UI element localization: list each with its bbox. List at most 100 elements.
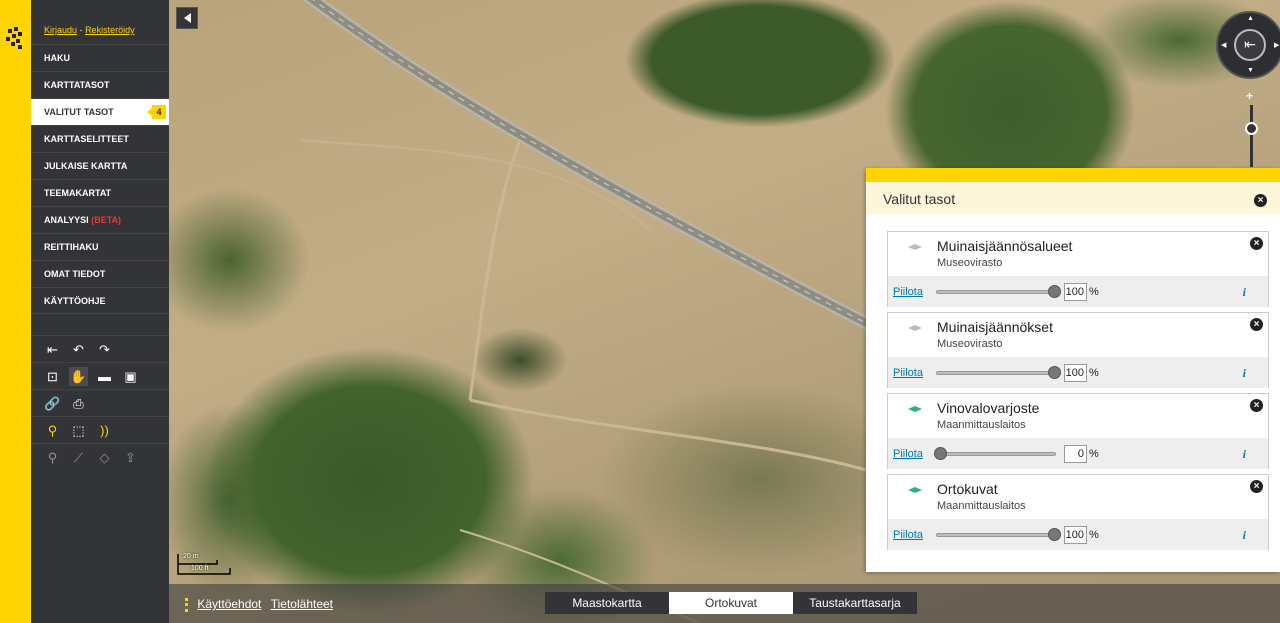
- pan-left-icon[interactable]: ◀: [1221, 41, 1226, 49]
- hide-layer-link[interactable]: Piilota: [893, 367, 923, 379]
- scale-imperial-label: 100 ft: [191, 565, 209, 572]
- undo-icon[interactable]: ↶: [69, 340, 88, 359]
- login-link[interactable]: Kirjaudu: [44, 25, 77, 35]
- beta-label: (BETA): [91, 215, 122, 225]
- hide-layer-link[interactable]: Piilota: [893, 448, 923, 460]
- pan-up-icon[interactable]: ▲: [1247, 15, 1254, 22]
- redo-icon[interactable]: ↷: [95, 340, 114, 359]
- bg-tab-maastokartta[interactable]: Maastokartta: [545, 592, 669, 614]
- menu-item-valitut-tasot[interactable]: VALITUT TASOT 4: [31, 98, 169, 125]
- selected-layers-count-badge: 4: [147, 105, 166, 119]
- feature-info-icon[interactable]: )): [95, 421, 114, 440]
- remove-layer-icon[interactable]: ×: [1250, 480, 1263, 493]
- print-icon[interactable]: ⎙: [69, 394, 88, 413]
- pan-hand-icon[interactable]: ✋: [69, 367, 88, 386]
- layer-info-icon[interactable]: i: [1243, 528, 1246, 543]
- logo-icon: [6, 27, 24, 49]
- main-menu: HAKU KARTTATASOT VALITUT TASOT 4 KARTTASE…: [31, 44, 169, 314]
- close-panel-icon[interactable]: ×: [1254, 194, 1267, 207]
- auth-separator: -: [79, 25, 83, 35]
- measure-area-icon[interactable]: ▣: [121, 367, 140, 386]
- layer-name: Vinovalovarjoste: [937, 400, 1040, 416]
- opacity-input[interactable]: 0: [1064, 445, 1087, 463]
- menu-item-julkaise-kartta[interactable]: JULKAISE KARTTA: [31, 152, 169, 179]
- measure-line-icon[interactable]: ▬: [95, 367, 114, 386]
- sources-link[interactable]: Tietolähteet: [271, 597, 333, 611]
- app-brand-strip: [0, 0, 31, 623]
- opacity-slider-handle[interactable]: [1048, 528, 1061, 541]
- add-line-icon[interactable]: ⟋: [69, 448, 88, 467]
- menu-label: VALITUT TASOT: [44, 107, 114, 117]
- bg-tab-taustakarttasarja[interactable]: Taustakarttasarja: [793, 592, 917, 614]
- remove-layer-icon[interactable]: ×: [1250, 237, 1263, 250]
- menu-label: HAKU: [44, 53, 70, 63]
- zoom-slider-handle[interactable]: [1245, 122, 1258, 135]
- collapse-sidebar-button[interactable]: [176, 7, 198, 29]
- layer-name: Muinaisjäännökset: [937, 319, 1053, 335]
- menu-label: ANALYYSI: [44, 215, 89, 225]
- layer-item: Vinovalovarjoste Maanmittauslaitos × Pii…: [887, 393, 1269, 469]
- layer-type-icon: [908, 244, 922, 250]
- marker-icon[interactable]: ⚲: [43, 421, 62, 440]
- register-link[interactable]: Rekisteröidy: [85, 25, 135, 35]
- add-area-icon[interactable]: ◇: [95, 448, 114, 467]
- map-tools: ⇤ ↶ ↷ ⊡ ✋ ▬ ▣ 🔗 ⎙ ⚲ ⬚ )) ⚲ ⟋ ◇ ⇪: [31, 335, 169, 470]
- opacity-input[interactable]: 100: [1064, 526, 1087, 544]
- menu-item-reittihaku[interactable]: REITTIHAKU: [31, 233, 169, 260]
- selected-layers-panel: Valitut tasot × Muinaisjäännösalueet Mus…: [866, 168, 1280, 572]
- menu-item-teemakartat[interactable]: TEEMAKARTAT: [31, 179, 169, 206]
- link-icon[interactable]: 🔗: [43, 394, 62, 413]
- opacity-slider[interactable]: [936, 533, 1056, 537]
- tool-row-query: ⚲ ⬚ )): [31, 416, 169, 443]
- panel-header: Valitut tasot ×: [866, 182, 1280, 214]
- add-point-icon[interactable]: ⚲: [43, 448, 62, 467]
- remove-layer-icon[interactable]: ×: [1250, 318, 1263, 331]
- opacity-input[interactable]: 100: [1064, 364, 1087, 382]
- layer-name: Ortokuvat: [937, 481, 998, 497]
- layer-item: Ortokuvat Maanmittauslaitos × Piilota 10…: [887, 474, 1269, 550]
- bg-tab-ortokuvat[interactable]: Ortokuvat: [669, 592, 793, 614]
- tool-row-navigation: ⇤ ↶ ↷: [31, 335, 169, 362]
- hide-layer-link[interactable]: Piilota: [893, 286, 923, 298]
- percent-label: %: [1089, 448, 1099, 460]
- layer-type-icon: [908, 325, 922, 331]
- hide-layer-link[interactable]: Piilota: [893, 529, 923, 541]
- menu-item-karttaselitteet[interactable]: KARTTASELITTEET: [31, 125, 169, 152]
- menu-label: KARTTATASOT: [44, 80, 110, 90]
- layer-info-icon[interactable]: i: [1243, 447, 1246, 462]
- zoom-box-icon[interactable]: ⊡: [43, 367, 62, 386]
- pan-down-icon[interactable]: ▼: [1247, 67, 1254, 74]
- layer-info-icon[interactable]: i: [1243, 285, 1246, 300]
- import-icon[interactable]: ⇪: [121, 448, 140, 467]
- opacity-slider[interactable]: [936, 452, 1056, 456]
- opacity-input[interactable]: 100: [1064, 283, 1087, 301]
- remove-layer-icon[interactable]: ×: [1250, 399, 1263, 412]
- reset-view-icon[interactable]: ⇤: [1234, 29, 1266, 61]
- auth-links: Kirjaudu - Rekisteröidy: [31, 0, 169, 44]
- pan-control[interactable]: ▲ ▼ ◀ ▶ ⇤: [1216, 11, 1280, 79]
- layer-source: Museovirasto: [937, 338, 1003, 350]
- menu-label: REITTIHAKU: [44, 242, 99, 252]
- menu-item-omat-tiedot[interactable]: OMAT TIEDOT: [31, 260, 169, 287]
- zoom-slider[interactable]: [1250, 105, 1253, 167]
- menu-item-kayttoohje[interactable]: KÄYTTÖOHJE: [31, 287, 169, 314]
- reset-view-icon[interactable]: ⇤: [43, 340, 62, 359]
- panel-title: Valitut tasot: [883, 191, 956, 207]
- zoom-in-icon[interactable]: +: [1246, 89, 1253, 103]
- layer-info-icon[interactable]: i: [1243, 366, 1246, 381]
- menu-item-karttatasot[interactable]: KARTTATASOT: [31, 71, 169, 98]
- opacity-slider-handle[interactable]: [1048, 285, 1061, 298]
- background-map-selector: Maastokartta Ortokuvat Taustakarttasarja: [545, 592, 917, 614]
- opacity-slider[interactable]: [936, 290, 1056, 294]
- menu-label: OMAT TIEDOT: [44, 269, 106, 279]
- tool-row-interaction: ⊡ ✋ ▬ ▣: [31, 362, 169, 389]
- pan-right-icon[interactable]: ▶: [1274, 41, 1279, 49]
- menu-item-analyysi[interactable]: ANALYYSI (BETA): [31, 206, 169, 233]
- terms-link[interactable]: Käyttöehdot: [197, 597, 261, 611]
- layer-list: Muinaisjäännösalueet Museovirasto × Piil…: [866, 214, 1280, 550]
- menu-item-haku[interactable]: HAKU: [31, 44, 169, 71]
- opacity-slider-handle[interactable]: [934, 447, 947, 460]
- select-area-icon[interactable]: ⬚: [69, 421, 88, 440]
- opacity-slider-handle[interactable]: [1048, 366, 1061, 379]
- opacity-slider[interactable]: [936, 371, 1056, 375]
